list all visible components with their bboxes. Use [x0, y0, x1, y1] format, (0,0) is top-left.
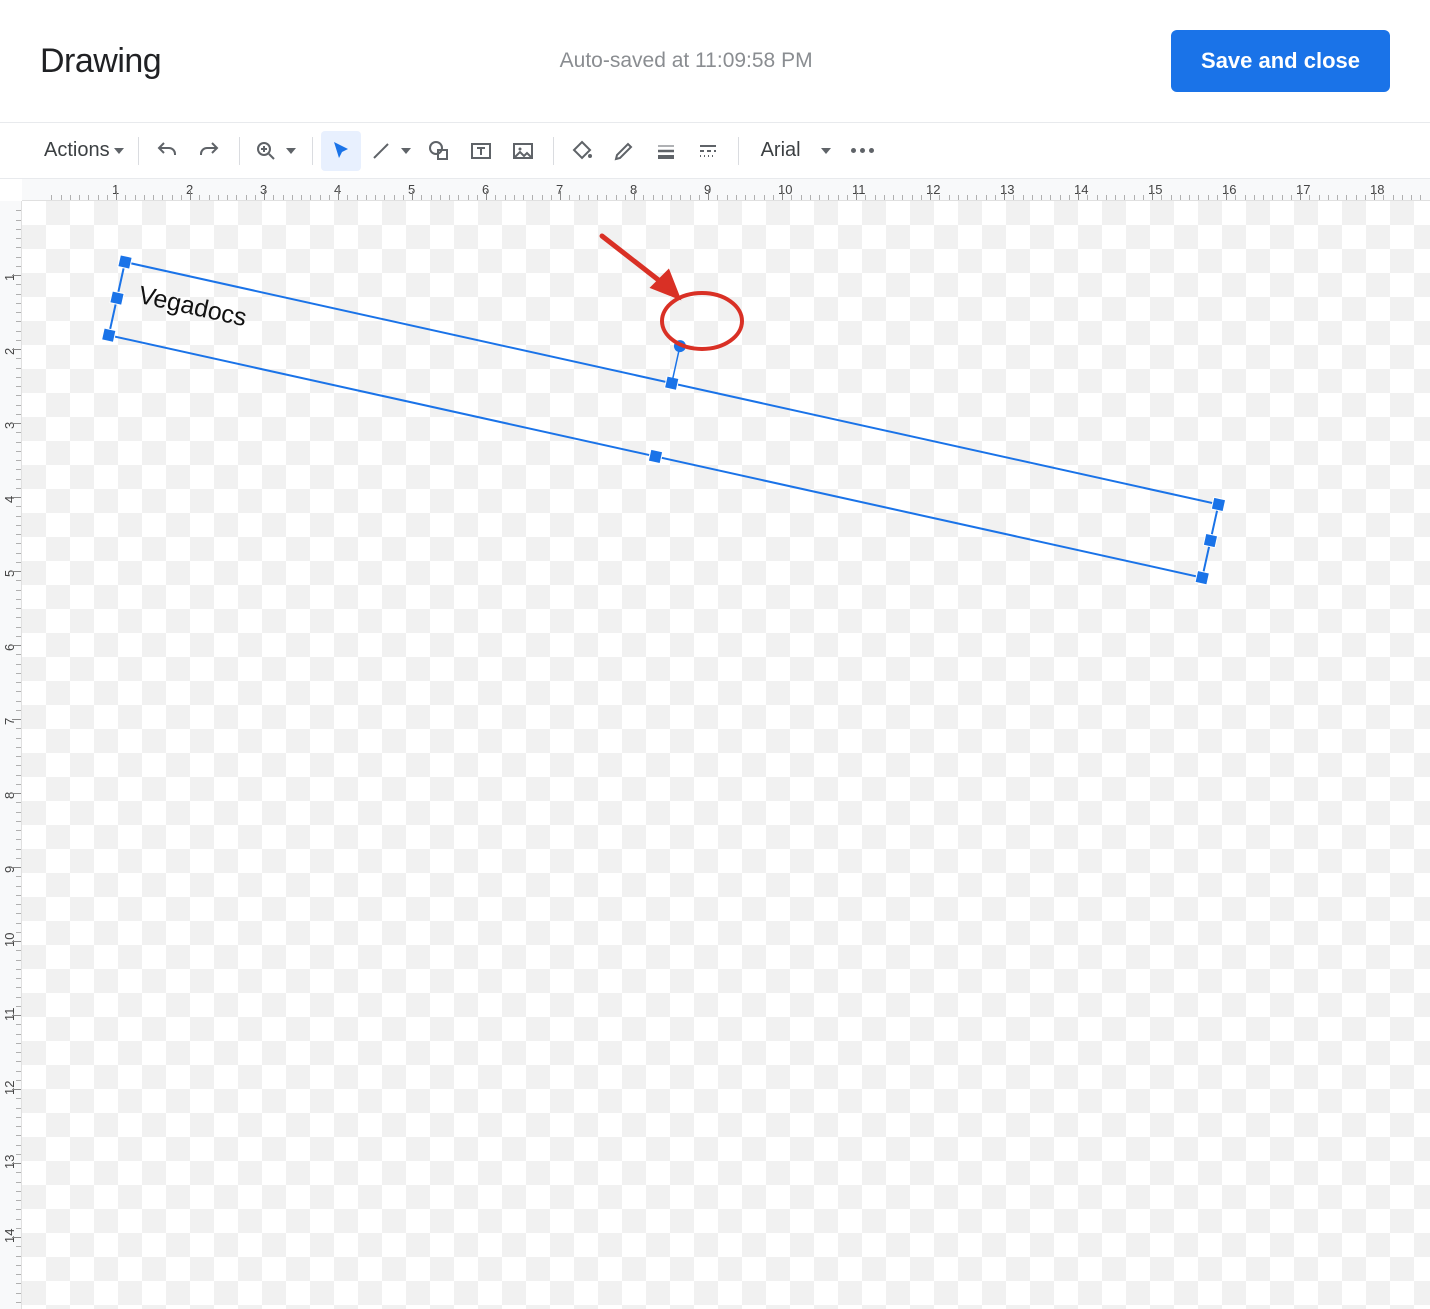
- autosave-status: Auto-saved at 11:09:58 PM: [201, 49, 1171, 73]
- more-options-button[interactable]: [843, 131, 883, 171]
- fill-color-button[interactable]: [562, 131, 602, 171]
- image-tool-button[interactable]: [503, 131, 543, 171]
- caret-down-icon: [286, 148, 296, 154]
- dot-icon: [851, 148, 856, 153]
- zoom-icon: [254, 139, 278, 163]
- actions-menu-button[interactable]: Actions: [38, 131, 128, 171]
- shape-icon: [427, 139, 451, 163]
- drawing-toolbar: Actions Arial: [0, 123, 1430, 179]
- ruler-h-label: 11: [852, 182, 866, 197]
- vertical-ruler: 1234567891011121314: [0, 201, 22, 1309]
- textbox-tool-button[interactable]: [461, 131, 501, 171]
- border-color-button[interactable]: [604, 131, 644, 171]
- image-icon: [511, 139, 535, 163]
- toolbar-separator: [738, 137, 739, 165]
- save-and-close-button[interactable]: Save and close: [1171, 30, 1390, 92]
- font-family-dropdown[interactable]: Arial: [747, 131, 841, 171]
- redo-icon: [197, 139, 221, 163]
- resize-handle-ml[interactable]: [110, 291, 124, 305]
- resize-handle-tr[interactable]: [1211, 497, 1225, 511]
- workspace: 1234567891011121314: [0, 201, 1430, 1309]
- cursor-icon: [329, 139, 353, 163]
- paint-bucket-icon: [570, 139, 594, 163]
- border-weight-icon: [654, 139, 678, 163]
- font-family-label: Arial: [761, 139, 801, 162]
- actions-menu-label: Actions: [44, 139, 110, 162]
- caret-down-icon: [401, 148, 411, 154]
- undo-button[interactable]: [147, 131, 187, 171]
- redo-button[interactable]: [189, 131, 229, 171]
- dialog-title: Drawing: [40, 42, 161, 81]
- resize-handle-tl[interactable]: [118, 255, 132, 269]
- resize-handle-mr[interactable]: [1203, 533, 1217, 547]
- ruler-v-label: 12: [2, 1081, 17, 1095]
- header-bar: Drawing Auto-saved at 11:09:58 PM Save a…: [0, 0, 1430, 123]
- caret-down-icon: [114, 148, 124, 154]
- toolbar-separator: [312, 137, 313, 165]
- resize-handle-br[interactable]: [1195, 570, 1209, 584]
- zoom-button[interactable]: [248, 131, 302, 171]
- annotation-arrow: [602, 236, 677, 296]
- ruler-v-label: 14: [2, 1229, 17, 1243]
- pencil-icon: [612, 139, 636, 163]
- select-tool-button[interactable]: [321, 131, 361, 171]
- dot-icon: [869, 148, 874, 153]
- undo-icon: [155, 139, 179, 163]
- toolbar-separator: [239, 137, 240, 165]
- border-dash-icon: [696, 139, 720, 163]
- toolbar-separator: [138, 137, 139, 165]
- caret-down-icon: [821, 148, 831, 154]
- resize-handle-bm[interactable]: [648, 449, 662, 463]
- line-tool-button[interactable]: [363, 131, 417, 171]
- ruler-v-label: 13: [2, 1155, 17, 1169]
- border-weight-button[interactable]: [646, 131, 686, 171]
- annotation-circle: [662, 293, 742, 349]
- toolbar-separator: [553, 137, 554, 165]
- drawing-canvas[interactable]: Vegadocs: [22, 201, 1430, 1309]
- border-dash-button[interactable]: [688, 131, 728, 171]
- shape-tool-button[interactable]: [419, 131, 459, 171]
- line-icon: [369, 139, 393, 163]
- canvas-svg: [22, 201, 1430, 1309]
- textbox-icon: [469, 139, 493, 163]
- resize-handle-bl[interactable]: [102, 328, 116, 342]
- ruler-v-label: 10: [2, 933, 17, 947]
- horizontal-ruler: 12345678910111213141516171819: [22, 179, 1430, 201]
- dot-icon: [860, 148, 865, 153]
